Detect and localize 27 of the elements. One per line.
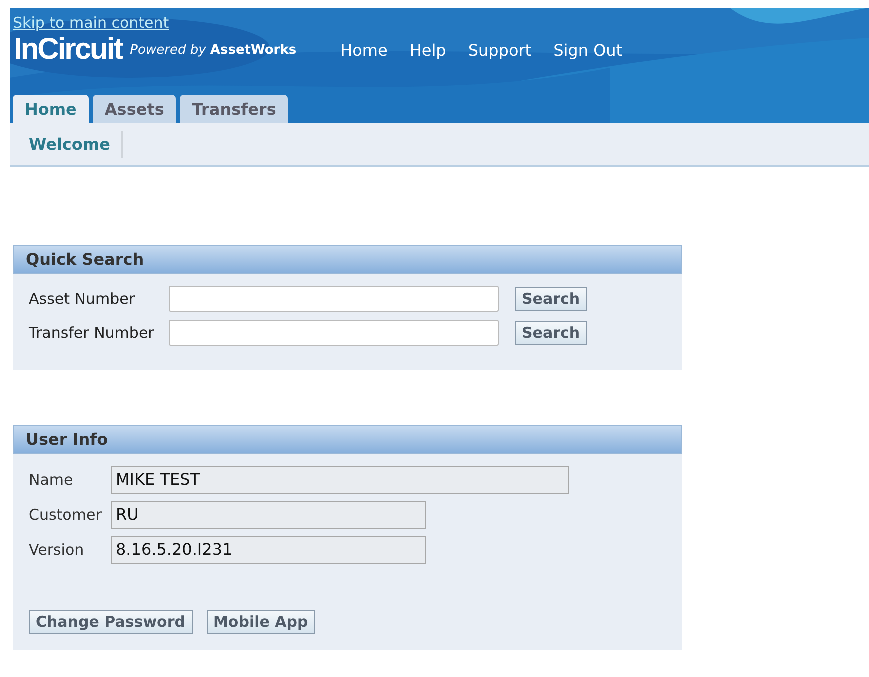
nav-link[interactable]: Sign Out: [554, 40, 623, 60]
subtab[interactable]: Welcome: [18, 130, 124, 158]
search-button[interactable]: Search: [515, 321, 588, 345]
tab[interactable]: Assets: [92, 95, 176, 123]
readonly-field: RU: [111, 501, 426, 529]
tab[interactable]: Transfers: [180, 95, 288, 123]
search-button[interactable]: Search: [515, 287, 588, 311]
panel-header: User Info: [13, 425, 682, 454]
logo: InCircuit: [14, 33, 122, 67]
nav-link[interactable]: Help: [410, 40, 446, 60]
input-field[interactable]: [169, 286, 499, 312]
skip-link[interactable]: Skip to main content: [10, 8, 170, 32]
field-label: Transfer Number: [29, 324, 156, 342]
nav-link[interactable]: Support: [468, 40, 532, 60]
field-label: Version: [29, 541, 86, 559]
input-field[interactable]: [169, 320, 499, 346]
field-label: Customer: [29, 506, 103, 524]
readonly-field: MIKE TEST: [111, 466, 569, 494]
nav-link[interactable]: Home: [340, 40, 388, 60]
tagline: Powered by AssetWorks: [130, 42, 297, 58]
field-label: Asset Number: [29, 290, 136, 308]
field-label: Name: [29, 471, 74, 489]
action-button[interactable]: Change Password: [29, 610, 192, 634]
panel-header: Quick Search: [13, 245, 682, 274]
readonly-field: 8.16.5.20.I231: [111, 536, 426, 564]
action-button[interactable]: Mobile App: [206, 610, 316, 634]
tab[interactable]: Home: [13, 95, 89, 123]
